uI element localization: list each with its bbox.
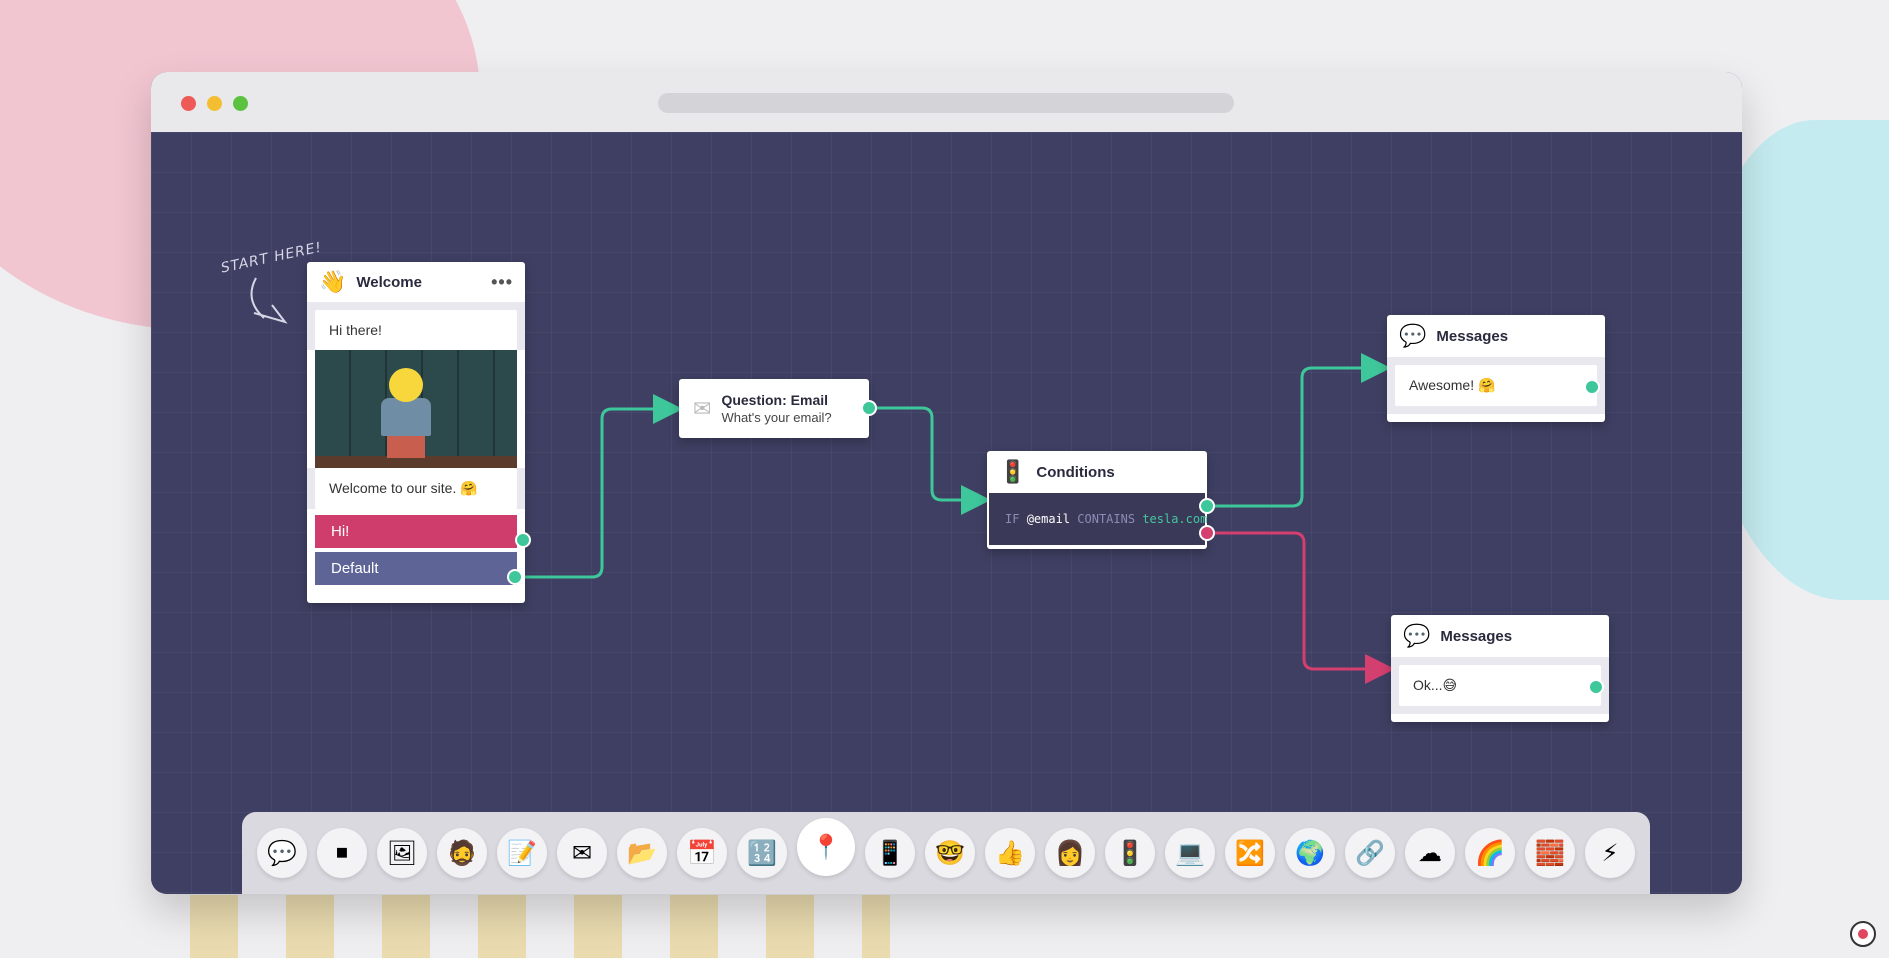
question-output-port[interactable] [861, 400, 877, 416]
dock-folder-icon[interactable]: 📂 [617, 828, 667, 878]
background-stripes [190, 895, 890, 958]
condition-if-keyword: IF [1005, 512, 1020, 526]
welcome-node-title: Welcome [356, 273, 422, 291]
hi-output-port[interactable] [515, 532, 531, 548]
hi-reply-button[interactable]: Hi! [315, 515, 517, 548]
dock-image-icon[interactable]: 🖼 [377, 828, 427, 878]
condition-operator: CONTAINS [1077, 512, 1136, 526]
messages-success-text: Awesome! 🤗 [1395, 365, 1597, 406]
more-options-icon[interactable]: ••• [491, 272, 513, 293]
dock-note-icon[interactable]: 📝 [497, 828, 547, 878]
waving-hand-icon: 👋 [319, 269, 347, 294]
dock-stop-icon[interactable]: ⏹ [317, 828, 367, 878]
condition-false-port[interactable] [1199, 525, 1215, 541]
dock-phone-icon[interactable]: 📱 [865, 828, 915, 878]
dock-location-pin-icon[interactable]: 📍 [797, 818, 855, 876]
messages-success-header[interactable]: 💬 Messages [1387, 315, 1605, 357]
welcome-message: Welcome to our site. 🤗 [315, 468, 517, 509]
dock-laptop-icon[interactable]: 💻 [1165, 828, 1215, 878]
conditions-node[interactable]: 🚦 Conditions IF @email CONTAINS tesla.co… [987, 451, 1215, 549]
condition-variable: @email [1026, 512, 1071, 526]
conditions-node-header[interactable]: 🚦 Conditions [987, 451, 1207, 493]
channel-logo-icon [1850, 921, 1876, 947]
dock-calendar-icon[interactable]: 📅 [677, 828, 727, 878]
condition-value: tesla.com [1142, 512, 1208, 526]
close-window-button[interactable] [181, 96, 196, 111]
dock-cloud-icon[interactable]: ☁ [1405, 828, 1455, 878]
dock-link-icon[interactable]: 🔗 [1345, 828, 1395, 878]
messages-fail-title: Messages [1440, 627, 1513, 645]
default-output-port[interactable] [507, 569, 523, 585]
messages-fail-node[interactable]: 💬 Messages Ok...😅 [1391, 615, 1609, 722]
messages-success-title: Messages [1436, 327, 1509, 345]
dock-email-icon[interactable]: ✉ [557, 828, 607, 878]
dock-person-icon[interactable]: 👩 [1045, 828, 1095, 878]
traffic-light-icon: 🚦 [999, 459, 1027, 484]
speech-bubble-icon: 💬 [1399, 323, 1427, 348]
dock-thumbs-up-icon[interactable]: 👍 [985, 828, 1035, 878]
messages-fail-output-port[interactable] [1588, 679, 1604, 695]
welcome-node[interactable]: 👋 Welcome ••• Hi there! Welcome to our s… [307, 262, 531, 603]
speech-bubble-icon: 💬 [1403, 623, 1431, 648]
minimize-window-button[interactable] [207, 96, 222, 111]
address-bar[interactable] [658, 93, 1234, 113]
envelope-icon: ✉ [693, 395, 712, 421]
welcome-node-header[interactable]: 👋 Welcome ••• [307, 262, 525, 302]
maximize-window-button[interactable] [233, 96, 248, 111]
dock-rainbow-icon[interactable]: 🌈 [1465, 828, 1515, 878]
dock-shuffle-icon[interactable]: 🔀 [1225, 828, 1275, 878]
dock-globe-icon[interactable]: 🌍 [1285, 828, 1335, 878]
dock-lightning-icon[interactable]: ⚡ [1585, 828, 1635, 878]
messages-fail-header[interactable]: 💬 Messages [1391, 615, 1609, 657]
messages-fail-text: Ok...😅 [1399, 665, 1601, 706]
welcome-gif-image [315, 350, 517, 468]
default-reply-button[interactable]: Default [315, 552, 517, 585]
question-node-title: Question: Email [721, 392, 829, 408]
dock-box-icon[interactable]: 🧱 [1525, 828, 1575, 878]
dock-traffic-light-icon[interactable]: 🚦 [1105, 828, 1155, 878]
welcome-node-body: Hi there! [307, 302, 525, 350]
conditions-node-title: Conditions [1036, 463, 1115, 481]
window-titlebar [151, 72, 1742, 132]
block-toolbar-dock: 💬 ⏹ 🖼 🧔 📝 ✉ 📂 📅 🔢 📍 📱 🤓 👍 👩 🚦 💻 🔀 🌍 🔗 ☁ … [242, 812, 1650, 894]
dock-nerd-face-icon[interactable]: 🤓 [925, 828, 975, 878]
condition-expression[interactable]: IF @email CONTAINS tesla.com [989, 493, 1208, 545]
dock-number-icon[interactable]: 🔢 [737, 828, 787, 878]
condition-true-port[interactable] [1199, 498, 1215, 514]
dock-avatar-icon[interactable]: 🧔 [437, 828, 487, 878]
question-email-node[interactable]: ✉ Question: Email What's your email? [679, 379, 877, 438]
dock-message-icon[interactable]: 💬 [257, 828, 307, 878]
messages-success-node[interactable]: 💬 Messages Awesome! 🤗 [1387, 315, 1605, 422]
greeting-message: Hi there! [315, 310, 517, 350]
question-node-prompt: What's your email? [721, 410, 832, 425]
messages-success-output-port[interactable] [1584, 379, 1600, 395]
